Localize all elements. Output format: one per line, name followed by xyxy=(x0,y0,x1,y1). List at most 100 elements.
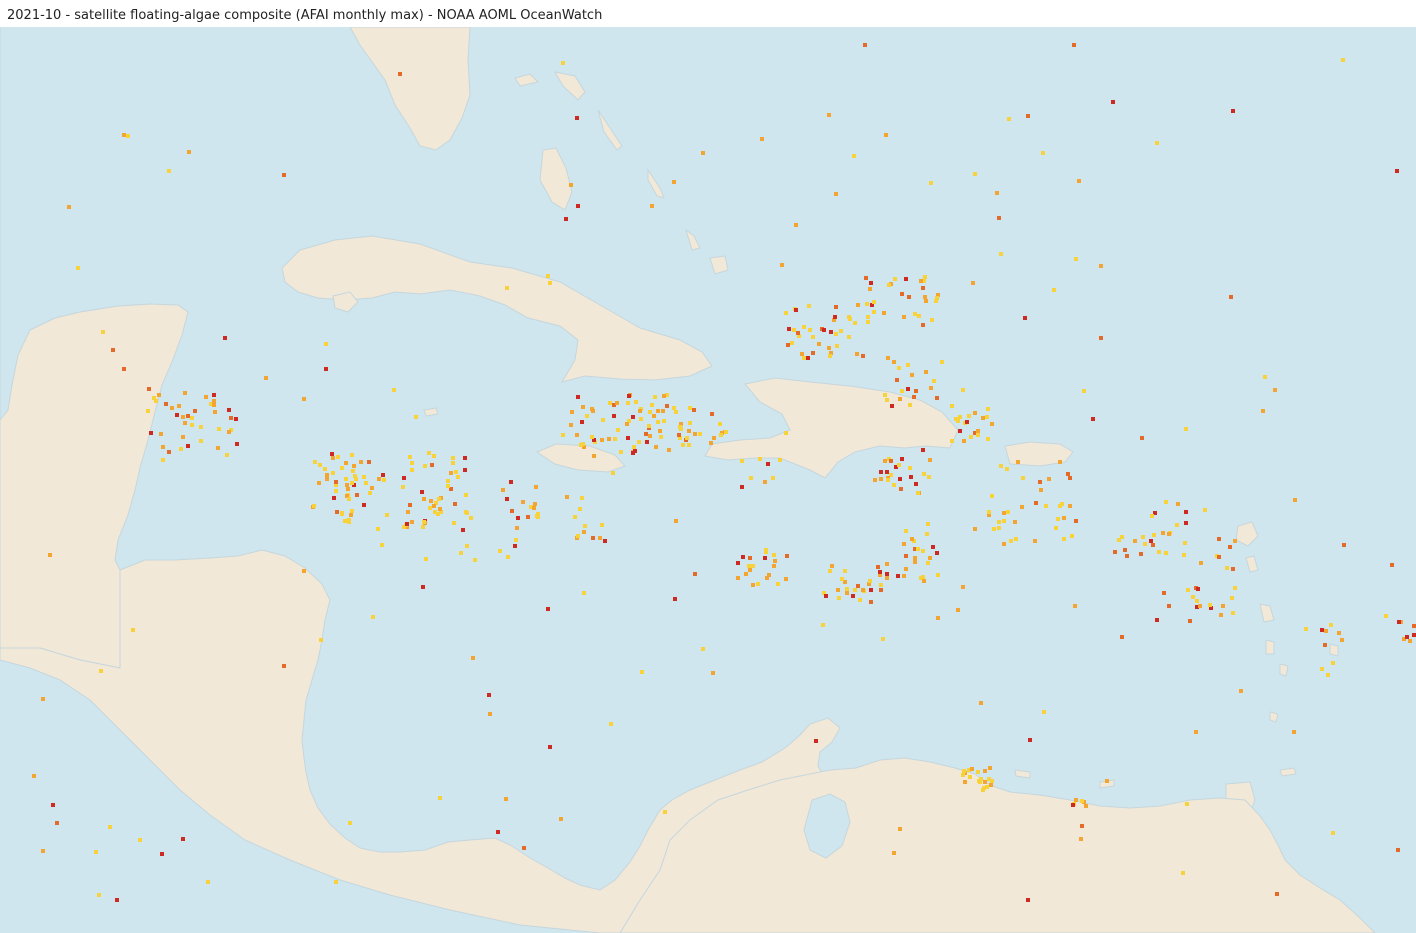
algae-pixel xyxy=(861,354,865,358)
algae-pixel xyxy=(924,299,928,303)
algae-pixel xyxy=(509,480,513,484)
algae-pixel xyxy=(1221,604,1225,608)
algae-pixel xyxy=(961,773,965,777)
algae-pixel xyxy=(912,395,916,399)
algae-pixel xyxy=(811,335,815,339)
algae-pixel xyxy=(784,311,788,315)
algae-pixel xyxy=(900,292,904,296)
algae-pixel xyxy=(879,588,883,592)
algae-pixel xyxy=(405,522,409,526)
algae-pixel xyxy=(464,493,468,497)
algae-pixel xyxy=(899,487,903,491)
algae-pixel xyxy=(724,430,728,434)
algae-pixel xyxy=(1208,603,1212,607)
algae-pixel xyxy=(355,493,359,497)
algae-pixel xyxy=(969,435,973,439)
algae-pixel xyxy=(995,191,999,195)
algae-pixel xyxy=(648,434,652,438)
algae-pixel xyxy=(1120,535,1124,539)
algae-pixel xyxy=(600,523,604,527)
algae-pixel xyxy=(913,556,917,560)
algae-pixel xyxy=(212,399,216,403)
algae-pixel xyxy=(985,415,989,419)
algae-pixel xyxy=(122,367,126,371)
algae-map[interactable] xyxy=(0,27,1416,933)
algae-pixel xyxy=(1184,521,1188,525)
algae-pixel xyxy=(324,367,328,371)
algae-pixel xyxy=(926,522,930,526)
algae-pixel xyxy=(569,423,573,427)
algae-pixel xyxy=(340,511,344,515)
algae-pixel xyxy=(1198,604,1202,608)
algae-pixel xyxy=(1039,488,1043,492)
algae-pixel xyxy=(873,478,877,482)
algae-pixel xyxy=(1060,502,1064,506)
algae-pixel xyxy=(685,436,689,440)
algae-pixel xyxy=(879,477,883,481)
algae-pixel xyxy=(847,335,851,339)
algae-pixel xyxy=(736,576,740,580)
algae-pixel xyxy=(429,499,433,503)
algae-pixel xyxy=(654,445,658,449)
algae-pixel xyxy=(514,538,518,542)
algae-pixel xyxy=(1225,566,1229,570)
algae-pixel xyxy=(570,410,574,414)
algae-pixel xyxy=(433,510,437,514)
algae-pixel xyxy=(216,446,220,450)
algae-pixel xyxy=(190,416,194,420)
algae-pixel xyxy=(866,315,870,319)
algae-pixel xyxy=(488,712,492,716)
algae-pixel xyxy=(883,393,887,397)
algae-pixel xyxy=(973,411,977,415)
algae-pixel xyxy=(1002,519,1006,523)
algae-pixel xyxy=(890,404,894,408)
algae-pixel xyxy=(719,433,723,437)
algae-pixel xyxy=(667,448,671,452)
algae-pixel xyxy=(851,594,855,598)
algae-pixel xyxy=(432,504,436,508)
algae-pixel xyxy=(55,821,59,825)
algae-pixel xyxy=(438,507,442,511)
algae-pixel xyxy=(1042,710,1046,714)
algae-pixel xyxy=(1231,109,1235,113)
algae-pixel xyxy=(451,456,455,460)
algae-pixel xyxy=(830,564,834,568)
algae-pixel xyxy=(1331,831,1335,835)
algae-pixel xyxy=(428,506,432,510)
algae-pixel xyxy=(897,463,901,467)
algae-pixel xyxy=(1044,504,1048,508)
algae-pixel xyxy=(923,295,927,299)
algae-pixel xyxy=(161,458,165,462)
algae-pixel xyxy=(796,331,800,335)
algae-pixel xyxy=(1052,288,1056,292)
algae-pixel xyxy=(317,481,321,485)
algae-pixel xyxy=(983,780,987,784)
algae-pixel xyxy=(1341,58,1345,62)
algae-pixel xyxy=(1199,561,1203,565)
algae-pixel xyxy=(787,327,791,331)
algae-pixel xyxy=(821,623,825,627)
algae-pixel xyxy=(183,421,187,425)
algae-pixel xyxy=(347,497,351,501)
algae-pixel xyxy=(965,420,969,424)
algae-pixel xyxy=(473,558,477,562)
algae-pixel xyxy=(364,481,368,485)
algae-pixel xyxy=(101,330,105,334)
algae-pixel xyxy=(896,574,900,578)
algae-pixel xyxy=(833,315,837,319)
algae-pixel xyxy=(923,275,927,279)
algae-pixel xyxy=(902,315,906,319)
algae-pixel xyxy=(904,277,908,281)
algae-pixel xyxy=(1323,643,1327,647)
algae-pixel xyxy=(282,173,286,177)
algae-pixel xyxy=(94,850,98,854)
algae-pixel xyxy=(979,701,983,705)
algae-pixel xyxy=(561,61,565,65)
algae-pixel xyxy=(992,527,996,531)
algae-pixel xyxy=(1304,627,1308,631)
algae-pixel xyxy=(763,556,767,560)
algae-pixel xyxy=(613,437,617,441)
algae-pixel xyxy=(1324,629,1328,633)
algae-pixel xyxy=(1395,169,1399,173)
algae-pixel xyxy=(601,418,605,422)
